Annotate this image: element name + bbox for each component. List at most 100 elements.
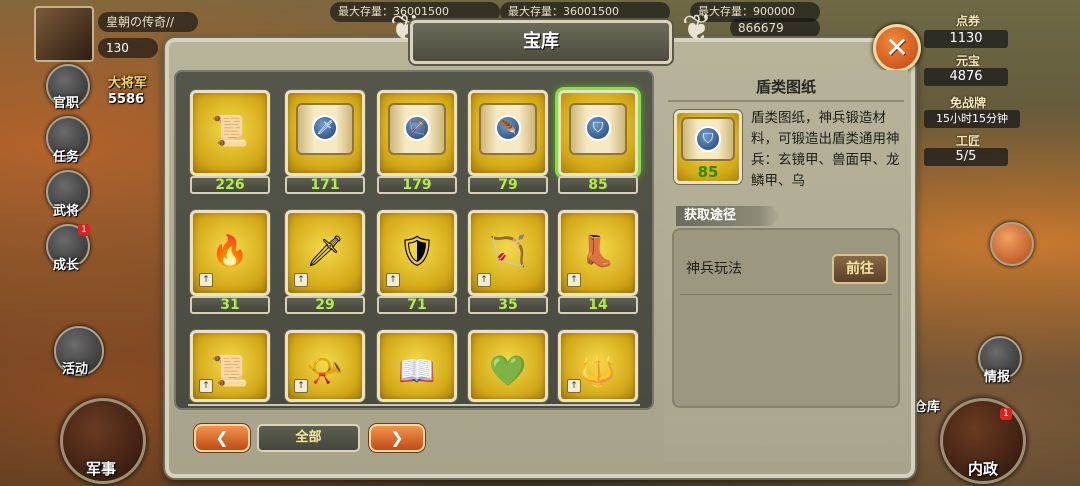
intel-label: 情报 [984,370,1011,385]
yuanbao-value: 4876 [924,68,1008,86]
item-card[interactable]: 📜 [190,90,270,176]
item-slot[interactable]: 📜 226 [190,90,270,198]
item-slot[interactable]: 🪶 79 [468,90,548,198]
item-slot[interactable]: 📖 [377,330,457,402]
detail-item-count: 85 [697,163,719,181]
shield-seal-icon: ⛉ [695,126,721,152]
team-label: 工匠 [956,134,981,148]
item-card[interactable]: 🗡 [285,90,365,176]
internal-badge: 1 [1000,408,1012,420]
item-slot[interactable]: 🗡 171 [285,90,365,198]
upgrade-tag-icon: ↑ [477,273,491,287]
upgrade-tag-icon: ↑ [567,273,581,287]
sword-blueprint-icon: 🗡 [296,103,354,155]
goto-button[interactable]: 前往 [832,254,888,284]
chat-button[interactable] [990,222,1034,266]
warehouse-label: 仓库 [914,400,941,415]
team-value: 5/5 [924,148,1008,166]
truce-label: 免战牌 [950,96,987,110]
item-card[interactable]: 🏹 [377,90,457,176]
upgrade-tag-icon: ↑ [386,273,400,287]
bow-blueprint-seal-icon: 🏹 [404,115,430,141]
item-count: 79 [468,176,548,194]
shield-blueprint-icon: ⛉ [681,117,735,161]
item-count: 29 [285,296,365,314]
points-value: 1130 [924,30,1008,48]
shield-blueprint-icon: ⛉ [569,103,627,155]
spear-icon: 🔱 [579,353,617,389]
military-label: 军事 [86,460,117,478]
item-count: 179 [377,176,457,194]
item-count: 85 [558,176,638,194]
item-card[interactable]: 🗡 ↑ [285,210,365,296]
item-card[interactable]: 🛡 ↑ [377,210,457,296]
source-heading: 获取途径 [676,206,780,226]
player-avatar[interactable] [34,6,94,62]
feather-blueprint-icon: 🪶 [479,103,537,155]
grid-divider [188,404,640,406]
item-card[interactable]: 🪶 [468,90,548,176]
item-slot[interactable]: 👢 ↑ 14 [558,210,638,318]
detail-title: 盾类图纸 [755,78,816,96]
source-row-divider [680,294,892,295]
item-card[interactable]: 🏹 ↑ [468,210,548,296]
growth-badge: 1 [78,224,90,236]
feather-blueprint-seal-icon: 🪶 [495,115,521,141]
item-slot[interactable]: 🏹 179 [377,90,457,198]
detail-title-divider [668,100,904,102]
detail-item-card: ⛉ 85 [674,110,742,184]
general-value: 5586 [108,92,145,107]
item-slot[interactable]: 🗡 ↑ 29 [285,210,365,318]
resource-bar-2: 最大存量：36001500 [500,2,670,22]
item-card[interactable]: ⛉ [558,90,638,176]
resource-bar-4: 866679 [730,18,820,38]
item-count: 226 [190,176,270,194]
bow-blueprint-icon: 🏹 [388,103,446,155]
quest-label: 任务 [53,150,80,165]
points-label: 点券 [956,14,981,28]
item-slot[interactable]: 📜 ↑ [190,330,270,402]
item-count: 171 [285,176,365,194]
dialog-title: 宝库 [410,20,672,64]
item-slot[interactable]: 🛡 ↑ 71 [377,210,457,318]
item-card[interactable]: 👢 ↑ [558,210,638,296]
yuanbao-label: 元宝 [956,54,981,68]
prev-page-button[interactable]: ❮ [194,424,250,452]
item-slot[interactable]: 📯 ↑ [285,330,365,402]
event-label: 活动 [62,362,89,377]
truce-value: 15小时15分钟 [924,110,1020,128]
item-slot[interactable]: ⛉ 85 [558,90,638,198]
item-card[interactable]: 📜 ↑ [190,330,270,402]
item-slot[interactable]: 💚 [468,330,548,402]
jade-ring-icon: 💚 [489,353,527,389]
growth-label: 成长 [53,258,80,273]
item-card[interactable]: 💚 [468,330,548,402]
next-page-button[interactable]: ❯ [369,424,425,452]
scroll-bundle-icon: 📜 [211,353,249,389]
item-count: 71 [377,296,457,314]
item-card[interactable]: 🔥 ↑ [190,210,270,296]
item-slot[interactable]: 🔥 ↑ 31 [190,210,270,318]
close-button[interactable]: ✕ [873,24,921,72]
upgrade-tag-icon: ↑ [294,273,308,287]
dragon-ornament-right-icon: ❦ [681,8,713,49]
war-horn-icon: 📯 [306,353,344,389]
source-name: 神兵玩法 [686,261,742,277]
filter-all-button[interactable]: 全部 [257,424,360,452]
item-slot[interactable]: 🏹 ↑ 35 [468,210,548,318]
player-level: 130 [98,38,158,58]
shield-blueprint-seal-icon: ⛉ [585,115,611,141]
player-name: 皇朝の传奇// [98,12,198,32]
item-card[interactable]: 🔱 ↑ [558,330,638,402]
detail-description: 盾类图纸，神兵锻造材料，可锻造出盾类通用神兵：玄镜甲、兽面甲、龙鳞甲、乌 [751,110,900,189]
general-label: 武将 [53,204,80,219]
sword-blueprint-seal-icon: 🗡 [312,115,338,141]
upgrade-tag-icon: ↑ [294,379,308,393]
item-slot[interactable]: 🔱 ↑ [558,330,638,402]
item-card[interactable]: 📯 ↑ [285,330,365,402]
item-count: 14 [558,296,638,314]
item-count: 35 [468,296,548,314]
item-card[interactable]: 📖 [377,330,457,402]
upgrade-tag-icon: ↑ [199,273,213,287]
item-count: 31 [190,296,270,314]
